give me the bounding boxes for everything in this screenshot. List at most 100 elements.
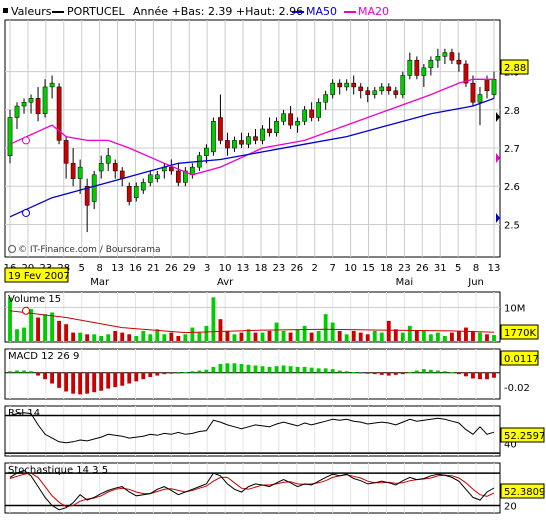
macd-bar-2 [22, 370, 26, 373]
macd-bar-26 [190, 371, 195, 373]
candle-body-49 [351, 82, 357, 88]
volume-bar-26 [190, 327, 195, 341]
candle-body-40 [288, 113, 293, 126]
volume-bar-8 [64, 324, 69, 341]
candle-body-3 [28, 98, 34, 103]
macd-bar-1 [15, 370, 19, 373]
candle-body-8 [63, 140, 69, 164]
volume-bar-1 [15, 329, 19, 341]
candle-body-60 [428, 59, 434, 69]
chart-canvas: Valeurs PORTUCEL Année +Bas: 2.39 +Haut:… [3, 5, 545, 514]
candle-body-14 [105, 155, 111, 164]
macd-bar-6 [50, 372, 55, 384]
volume-title: Volume 15 [8, 294, 61, 305]
volume-bar-63 [449, 332, 454, 341]
macd-bar-31 [225, 363, 230, 373]
start-date-label: 19 Fev 2007 [8, 271, 70, 282]
xtick-day-6: 13 [111, 263, 124, 274]
ma20-start-marker [22, 136, 30, 145]
volume-bar-29 [211, 297, 216, 341]
macd-bar-28 [204, 369, 209, 373]
macd-bar-44 [316, 368, 321, 373]
legend-stats: Année +Bas: 2.39 +Haut: 2.96 [133, 5, 303, 18]
volume-bar-51 [365, 334, 370, 341]
candle-body-32 [232, 140, 237, 149]
xtick-day-21: 18 [380, 263, 393, 274]
candle-body-24 [175, 170, 181, 183]
volume-bar-50 [358, 332, 363, 341]
volume-bar-10 [78, 332, 83, 341]
price-ytick-0: 2.5 [504, 220, 520, 231]
xtick-month-1: Avr [217, 277, 234, 288]
macd-bar-15 [113, 372, 118, 388]
ma50-start-marker [22, 208, 30, 217]
candle-body-4 [35, 98, 41, 114]
xtick-day-25: 5 [455, 263, 461, 274]
candle-body-37 [267, 128, 272, 134]
volume-bar-23 [169, 332, 174, 341]
candle-body-41 [295, 121, 300, 126]
macd-title: MACD 12 26 9 [8, 351, 79, 362]
macd-ytick-0: -0.02 [504, 383, 530, 394]
volume-bar-31 [225, 330, 230, 341]
macd-bar-55 [393, 372, 398, 375]
macd-bar-38 [274, 366, 279, 373]
xtick-month-3: Jun [467, 277, 484, 288]
volume-bar-17 [127, 334, 132, 341]
candle-body-34 [246, 136, 251, 145]
candle-body-31 [225, 140, 230, 149]
price-ytick-2: 2.7 [504, 144, 520, 155]
xtick-day-8: 21 [147, 263, 160, 274]
candle-body-5 [42, 86, 48, 114]
volume-bar-32 [232, 334, 237, 341]
candle-body-15 [112, 163, 118, 172]
candle-body-59 [421, 67, 427, 76]
volume-bar-13 [99, 335, 104, 341]
macd-bar-0 [8, 371, 12, 373]
xtick-day-22: 23 [398, 263, 411, 274]
xtick-day-19: 10 [344, 263, 357, 274]
price-ytick-3: 2.8 [504, 106, 520, 117]
volume-bar-62 [442, 335, 447, 341]
macd-bar-49 [351, 371, 356, 373]
candle-body-54 [386, 86, 392, 92]
volume-bar-52 [372, 330, 377, 341]
candle-body-6 [49, 82, 55, 88]
candle-body-56 [400, 75, 406, 95]
candle-body-67 [477, 94, 483, 103]
candle-body-53 [379, 86, 385, 92]
volume-bar-66 [471, 330, 475, 341]
volume-bar-16 [120, 332, 125, 341]
macd-bar-10 [78, 372, 83, 395]
macd-bar-5 [43, 372, 48, 380]
macd-bar-9 [71, 372, 76, 394]
macd-bar-24 [176, 372, 181, 374]
macd-bar-60 [428, 369, 433, 373]
candle-body-48 [344, 82, 350, 88]
macd-bar-68 [485, 372, 489, 380]
volume-bar-48 [344, 334, 349, 341]
copyright-text: © IT-Finance.com / Boursorama [18, 245, 160, 255]
candle-body-69 [491, 79, 497, 95]
volume-bar-11 [85, 334, 90, 341]
macd-bar-58 [414, 370, 419, 373]
volume-bar-15 [113, 330, 118, 341]
macd-bar-57 [407, 371, 412, 373]
macd-bar-23 [169, 372, 174, 374]
volume-bar-5 [43, 314, 48, 341]
legend-ma50: MA50 [306, 5, 337, 18]
candle-body-52 [372, 90, 378, 95]
volume-bar-6 [50, 312, 55, 341]
candle-body-57 [407, 59, 413, 76]
xtick-month-2: Mai [396, 277, 414, 288]
xtick-day-4: 5 [79, 263, 85, 274]
macd-bar-67 [478, 372, 482, 380]
legend-values-label: Valeurs [11, 5, 52, 18]
volume-bar-43 [309, 332, 314, 341]
macd-bar-42 [302, 366, 307, 373]
macd-bar-46 [330, 369, 335, 373]
candle-body-38 [274, 121, 279, 134]
macd-bar-33 [239, 364, 244, 373]
macd-bar-62 [442, 371, 447, 373]
volume-bar-55 [393, 329, 398, 341]
